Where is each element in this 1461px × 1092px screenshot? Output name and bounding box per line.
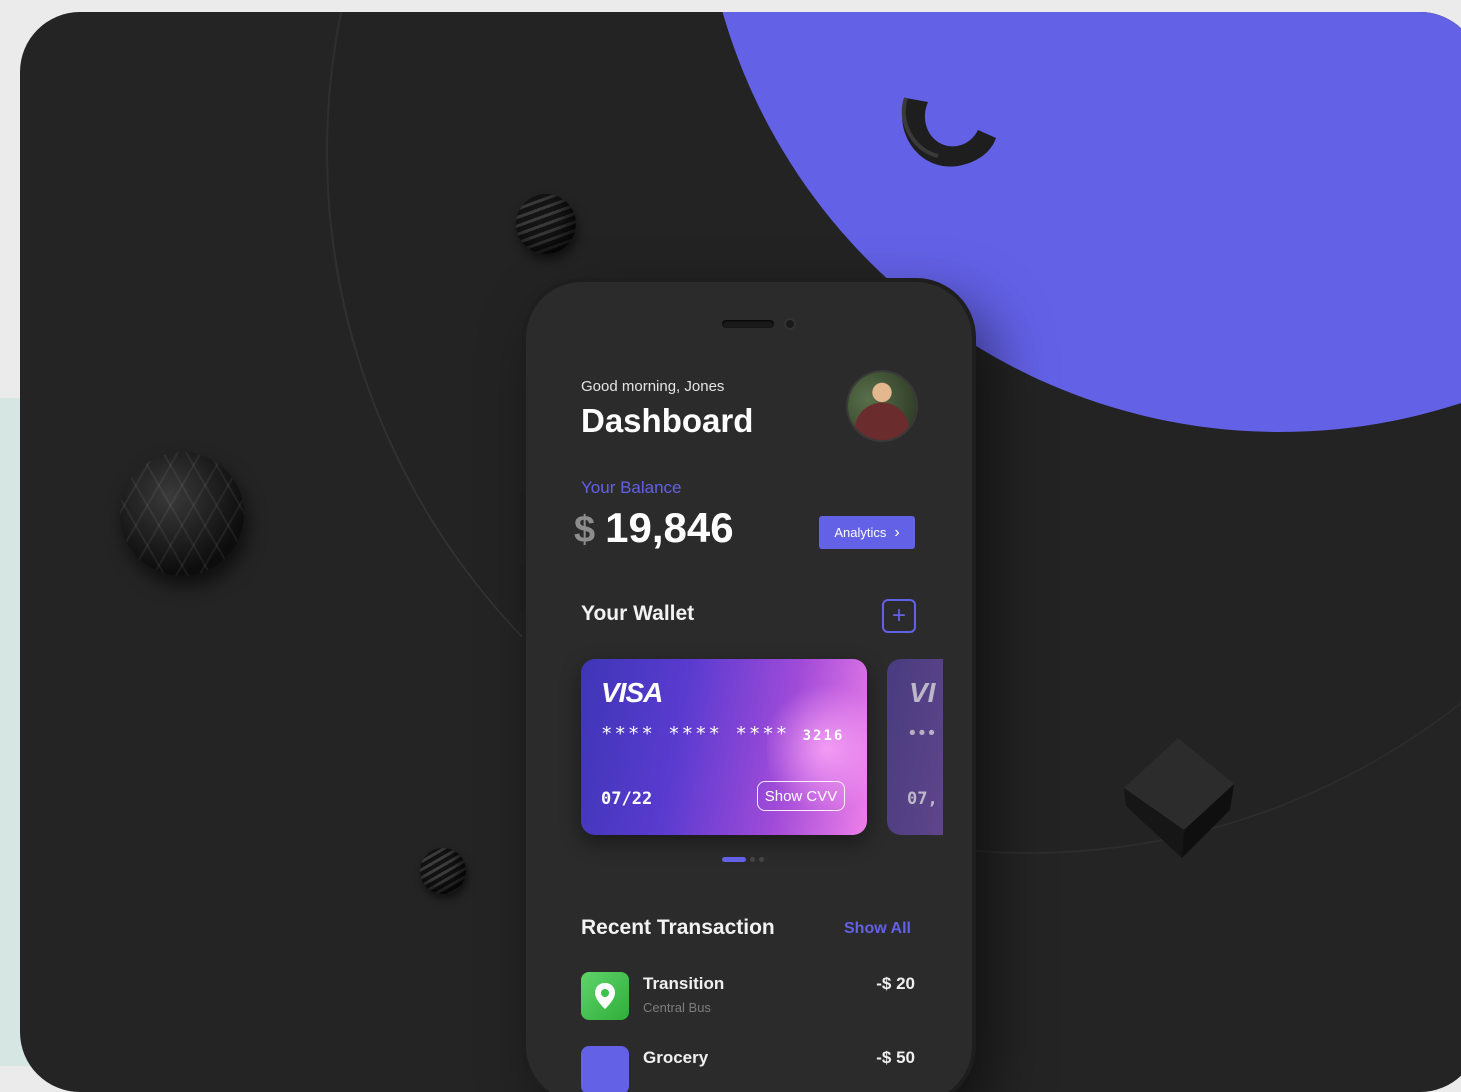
user-avatar[interactable] [848, 372, 916, 440]
decorative-sphere-tiny [420, 848, 466, 894]
transaction-subtitle: Central Bus [643, 1000, 711, 1015]
transaction-name: Grocery [643, 1048, 709, 1067]
phone-speaker [722, 320, 774, 328]
page-title: Dashboard [581, 402, 754, 439]
decorative-sphere-large [120, 452, 244, 576]
balance-label: Your Balance [581, 478, 682, 497]
map-pin-icon [581, 972, 629, 1020]
balance-value: $19,846 [574, 504, 734, 556]
add-card-button[interactable]: + [882, 599, 916, 633]
currency-symbol: $ [574, 509, 596, 551]
wallet-card-next[interactable]: VI ••• 07, [887, 659, 943, 835]
card-expiry: 07, [907, 789, 938, 809]
wallet-title: Your Wallet [581, 602, 695, 625]
pager-dot[interactable] [750, 857, 755, 862]
card-number-masked: ••• [909, 723, 938, 744]
decorative-cube [1124, 738, 1234, 858]
phone-side-button [520, 492, 526, 542]
transaction-amount: -$ 50 [876, 1048, 915, 1067]
transaction-item[interactable]: Transition Central Bus -$ 20 [581, 972, 915, 1026]
phone-side-button [520, 562, 526, 612]
phone-camera [784, 318, 796, 330]
card-pager[interactable] [722, 857, 764, 862]
analytics-button[interactable]: Analytics › [819, 516, 915, 549]
show-all-link[interactable]: Show All [844, 920, 911, 938]
analytics-button-label: Analytics [834, 525, 887, 540]
transaction-item[interactable]: Grocery -$ 50 [581, 1046, 915, 1092]
chevron-right-icon: › [894, 523, 900, 541]
pager-dot[interactable] [759, 857, 764, 862]
plus-icon: + [891, 602, 906, 629]
card-brand: VI [909, 677, 936, 708]
card-brand: VISA [601, 677, 663, 708]
card-expiry: 07/22 [601, 789, 653, 809]
card-number-masked: **** **** **** [601, 723, 790, 745]
card-last4: 3216 [802, 728, 845, 744]
phone-mockup: Good morning, Jones Dashboard Your Balan… [520, 282, 972, 1092]
recent-transactions-title: Recent Transaction [581, 916, 775, 939]
greeting-text: Good morning, Jones [581, 378, 725, 395]
pager-dot-active[interactable] [722, 857, 746, 862]
presentation-canvas: Good morning, Jones Dashboard Your Balan… [20, 12, 1461, 1092]
decorative-torus [901, 97, 996, 167]
card-number: **** **** **** 3216 [601, 723, 844, 745]
grocery-icon [581, 1046, 629, 1092]
show-cvv-button[interactable]: Show CVV [757, 781, 845, 811]
transaction-name: Transition [643, 974, 725, 993]
wallet-card[interactable]: VISA **** **** **** 3216 07/22 Show CVV [581, 659, 867, 835]
transaction-amount: -$ 20 [876, 974, 915, 993]
balance-amount: 19,846 [605, 504, 734, 551]
decorative-sphere-small [516, 194, 576, 254]
